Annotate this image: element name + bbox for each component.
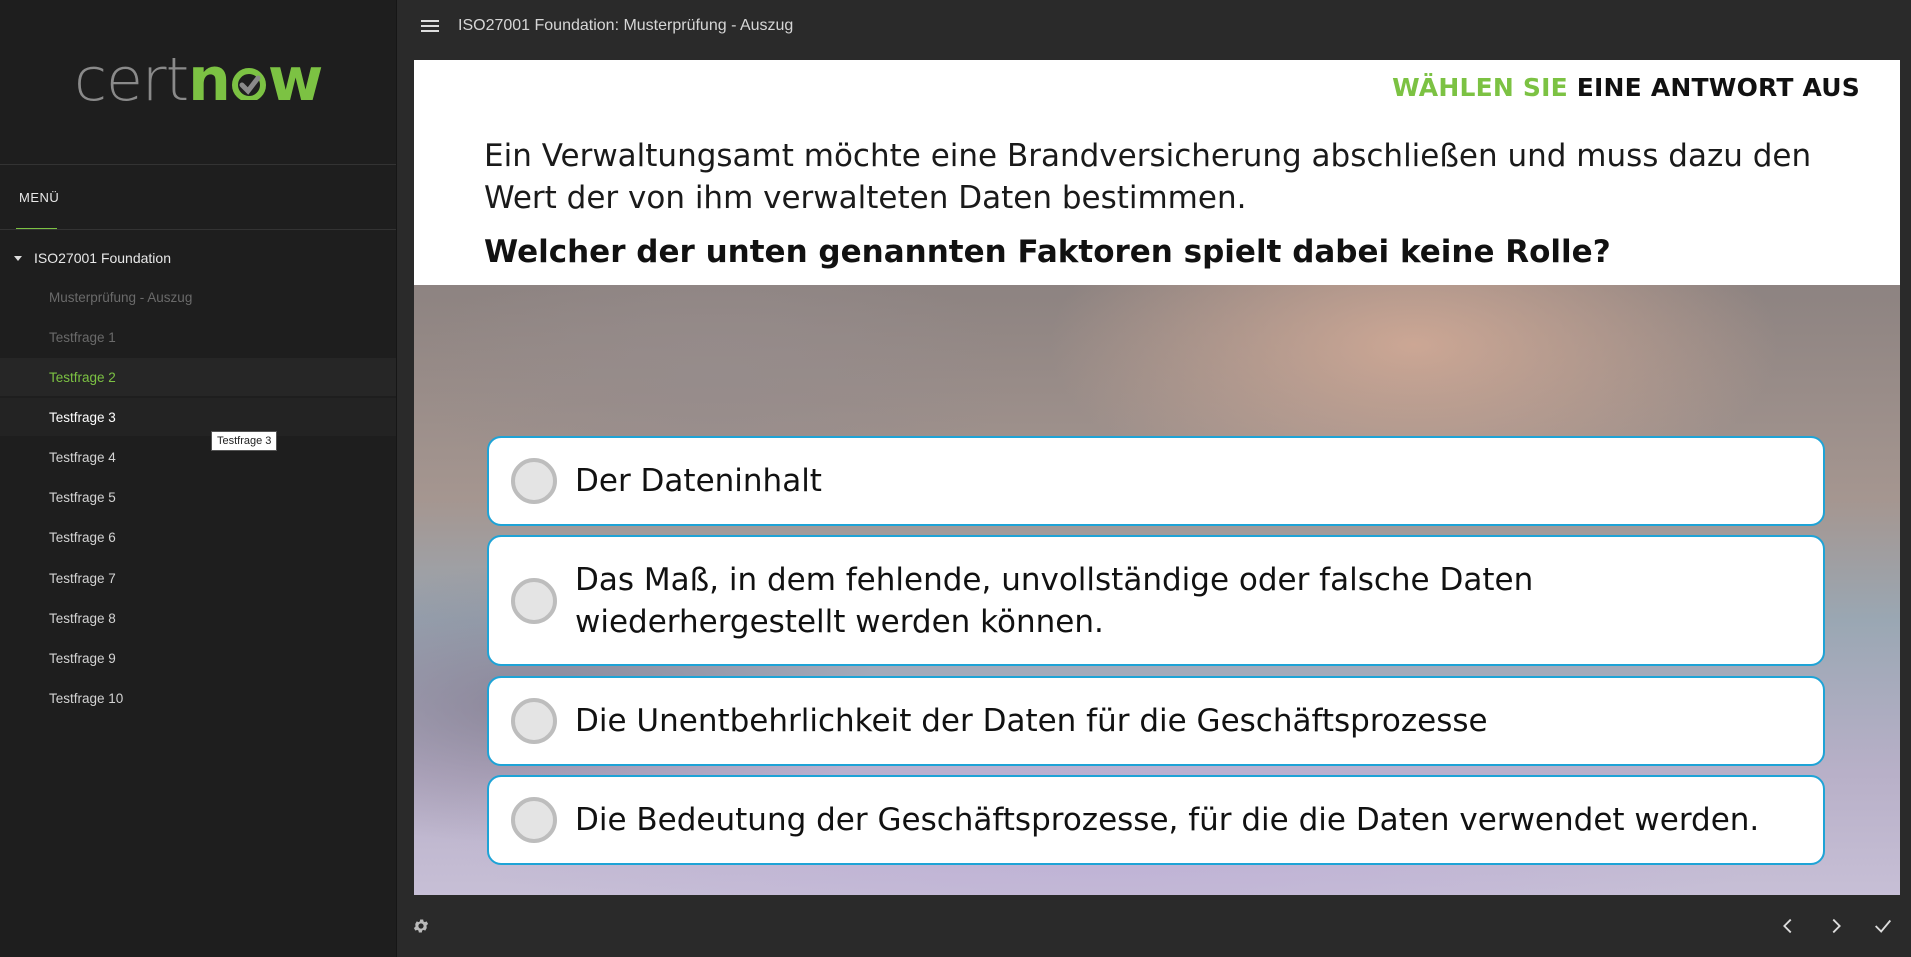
question-prompt: Welcher der unten genannten Faktoren spi…	[484, 234, 1611, 270]
instruction-heading: WÄHLEN SIE EINE ANTWORT AUS	[1392, 73, 1860, 102]
background-photo: Der Dateninhalt Das Maß, in dem fehlende…	[414, 285, 1900, 895]
sidebar: certn w MENÜ ISO27001 Foundation Musterpr…	[0, 0, 397, 957]
course-toggle[interactable]: ISO27001 Foundation	[0, 244, 396, 272]
sidebar-item-testfrage-2[interactable]: Testfrage 2	[0, 358, 396, 396]
footer-bar	[397, 895, 1911, 957]
answer-option-4[interactable]: Die Bedeutung der Geschäftsprozesse, für…	[487, 775, 1825, 865]
radio-button[interactable]	[511, 458, 557, 504]
sidebar-item-testfrage-3[interactable]: Testfrage 3	[0, 398, 396, 436]
sidebar-item-testfrage-1: Testfrage 1	[49, 329, 116, 345]
question-slide: WÄHLEN SIE EINE ANTWORT AUS Ein Verwaltu…	[414, 60, 1900, 895]
answer-option-2[interactable]: Das Maß, in dem fehlende, unvollständige…	[487, 535, 1825, 666]
sidebar-item-testfrage-5[interactable]: Testfrage 5	[0, 478, 396, 516]
menu-tab[interactable]: MENÜ	[19, 190, 59, 205]
page-title: ISO27001 Foundation: Musterprüfung - Aus…	[458, 17, 794, 34]
check-icon[interactable]	[1872, 915, 1894, 937]
sidebar-item-testfrage-10[interactable]: Testfrage 10	[0, 679, 396, 717]
question-text: Ein Verwaltungsamt möchte eine Brandvers…	[484, 138, 1812, 216]
header-bar: ISO27001 Foundation: Musterprüfung - Aus…	[397, 0, 1911, 56]
logo-check-icon	[231, 68, 266, 100]
sidebar-item-testfrage-4[interactable]: Testfrage 4	[0, 438, 396, 476]
course-title: ISO27001 Foundation	[34, 250, 171, 266]
divider	[0, 164, 396, 165]
sidebar-item-musterpruefung: Musterprüfung - Auszug	[49, 289, 193, 305]
radio-button[interactable]	[511, 797, 557, 843]
answer-option-1[interactable]: Der Dateninhalt	[487, 436, 1825, 526]
divider	[0, 229, 396, 230]
answer-option-3[interactable]: Die Unentbehrlichkeit der Daten für die …	[487, 676, 1825, 766]
certnow-logo: certn w	[74, 45, 323, 115]
caret-down-icon	[14, 255, 22, 261]
sidebar-item-testfrage-7[interactable]: Testfrage 7	[0, 559, 396, 597]
chevron-left-icon[interactable]	[1777, 915, 1799, 937]
sidebar-item-testfrage-8[interactable]: Testfrage 8	[0, 599, 396, 637]
sidebar-item-testfrage-9[interactable]: Testfrage 9	[0, 639, 396, 677]
radio-button[interactable]	[511, 698, 557, 744]
chevron-right-icon[interactable]	[1825, 915, 1847, 937]
gear-icon[interactable]	[412, 917, 430, 935]
hamburger-icon[interactable]	[421, 20, 439, 33]
sidebar-item-testfrage-6[interactable]: Testfrage 6	[0, 518, 396, 556]
radio-button[interactable]	[511, 577, 557, 624]
tooltip: Testfrage 3	[211, 431, 278, 451]
